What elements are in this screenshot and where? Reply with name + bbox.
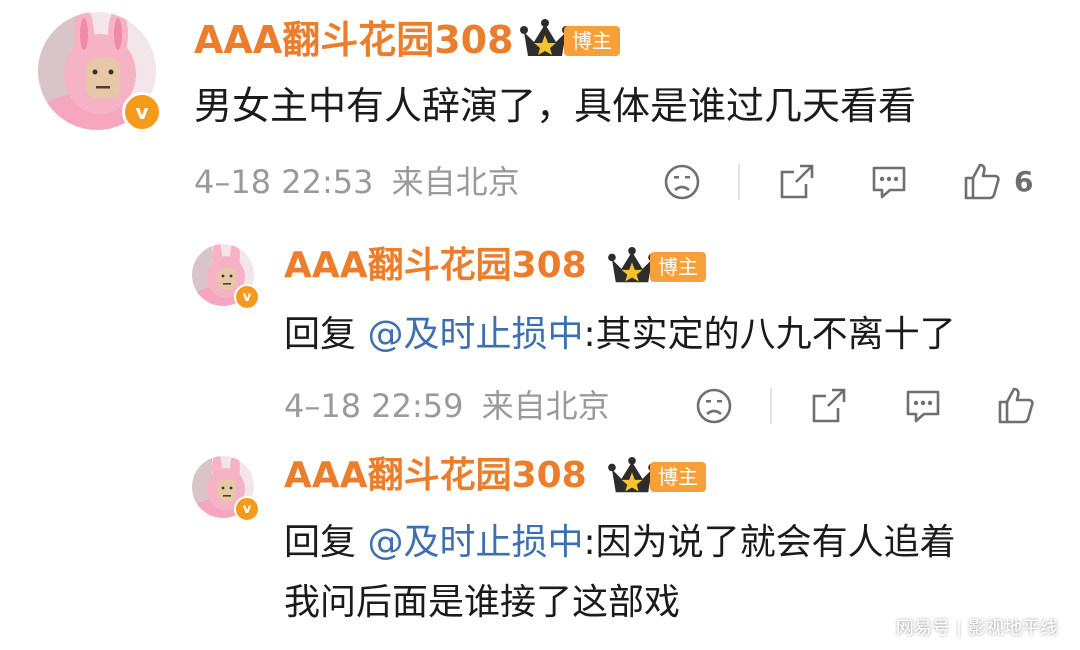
- blogger-badge: 博主: [650, 252, 706, 282]
- mention-link[interactable]: @及时止损中: [367, 522, 583, 563]
- share-button[interactable]: [776, 162, 818, 202]
- location: 来自北京: [391, 163, 520, 201]
- comment-icon: [872, 166, 906, 199]
- share-icon: [780, 164, 814, 199]
- timestamp: 4–18 22:53: [194, 163, 374, 201]
- reply-1: v AAA翻斗花园308 博主 回复 @及时止损中:其实定的八九不离十了 4–1…: [0, 230, 1080, 440]
- watermark-author: 影视地平线: [968, 618, 1058, 639]
- dislike-face-icon: [696, 388, 732, 424]
- blogger-badge: 博主: [650, 462, 706, 492]
- share-button[interactable]: [808, 386, 850, 426]
- comment-button[interactable]: [868, 162, 910, 202]
- reply-prefix: 回复: [284, 522, 357, 563]
- verified-badge: v: [122, 92, 162, 132]
- thumbs-up-icon: [998, 387, 1034, 424]
- avatar[interactable]: v: [192, 244, 260, 310]
- reply-text: 回复 @及时止损中:其实定的八九不离十了: [284, 310, 956, 360]
- comment-meta: 4–18 22:53 来自北京: [194, 160, 520, 204]
- timestamp: 4–18 22:59: [284, 387, 464, 425]
- dislike-button[interactable]: [662, 162, 702, 202]
- comment-text: 男女主中有人辞演了，具体是谁过几天看看: [194, 84, 917, 128]
- username[interactable]: AAA翻斗花园308: [284, 242, 587, 290]
- location: 来自北京: [481, 387, 610, 425]
- avatar[interactable]: v: [38, 12, 162, 132]
- comment-button[interactable]: [902, 386, 944, 426]
- divider: [770, 388, 772, 424]
- reply-text: 回复 @及时止损中:因为说了就会有人追着: [284, 518, 956, 568]
- blogger-badge: 博主: [564, 26, 620, 56]
- crown-icon: [608, 456, 656, 493]
- reply-prefix: 回复: [284, 314, 357, 355]
- username[interactable]: AAA翻斗花园308: [194, 14, 514, 66]
- divider: [738, 164, 740, 200]
- comment-icon: [906, 390, 940, 423]
- comment-1: v AAA翻斗花园308 博主 男女主中有人辞演了，具体是谁过几天看看 4–18…: [0, 0, 1080, 215]
- username[interactable]: AAA翻斗花园308: [284, 452, 587, 500]
- crown-icon: [608, 246, 656, 283]
- verified-badge: v: [234, 496, 260, 522]
- like-count: 6: [1014, 164, 1034, 198]
- reply-body: :因为说了就会有人追着: [583, 522, 956, 563]
- share-icon: [812, 388, 846, 423]
- like-button[interactable]: [996, 384, 1036, 426]
- dislike-button[interactable]: [694, 386, 734, 426]
- crown-icon: [520, 19, 570, 56]
- like-button[interactable]: 6: [962, 160, 1033, 202]
- thumbs-up-icon: [964, 163, 1000, 200]
- reply-text-line2: 我问后面是谁接了这部戏: [284, 582, 681, 623]
- dislike-face-icon: [664, 164, 700, 200]
- watermark-separator: |: [955, 618, 962, 639]
- avatar[interactable]: v: [192, 456, 260, 522]
- mention-link[interactable]: @及时止损中: [367, 314, 583, 355]
- watermark-source: 网易号: [895, 618, 950, 639]
- reply-body: :其实定的八九不离十了: [583, 314, 956, 355]
- watermark: 网易号 | 影视地平线: [896, 614, 1058, 640]
- comment-meta: 4–18 22:59 来自北京: [284, 384, 610, 428]
- verified-badge: v: [234, 284, 260, 310]
